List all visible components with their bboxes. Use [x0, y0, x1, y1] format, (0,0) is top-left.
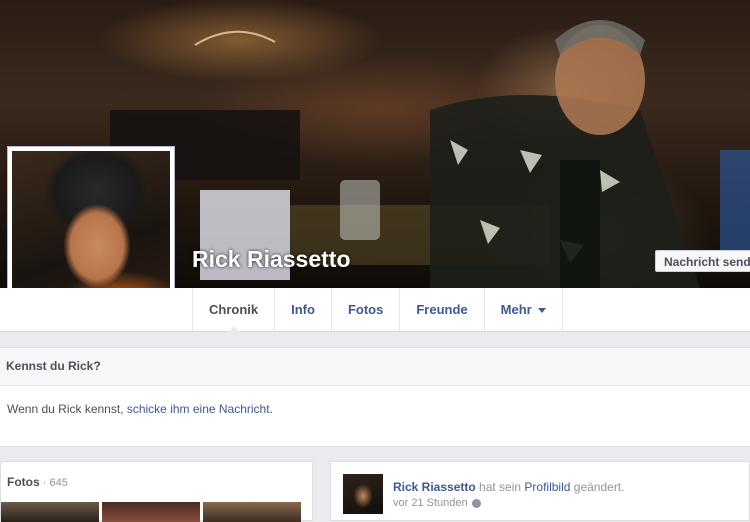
- post-headline: Rick Riassetto hat sein Profilbild geänd…: [393, 480, 624, 494]
- timeline-post: Rick Riassetto hat sein Profilbild geänd…: [330, 461, 750, 521]
- tab-fotos[interactable]: Fotos: [330, 288, 399, 331]
- send-message-link[interactable]: schicke ihm eine Nachricht: [127, 402, 270, 416]
- tab-chronik[interactable]: Chronik: [192, 288, 274, 332]
- post-action-text: hat sein: [475, 480, 525, 494]
- photos-separator: ·: [39, 477, 50, 489]
- post-author-link[interactable]: Rick Riassetto: [393, 480, 476, 494]
- post-action-suffix: geändert.: [570, 480, 625, 494]
- know-person-text-end: .: [269, 402, 273, 416]
- photos-box: Fotos · 645: [0, 461, 313, 522]
- profile-picture-image: [12, 151, 170, 309]
- tab-freunde[interactable]: Freunde: [399, 288, 483, 331]
- globe-icon: [471, 498, 481, 508]
- profile-name[interactable]: Rick Riassetto: [192, 246, 351, 273]
- photo-thumbnail[interactable]: [203, 502, 301, 522]
- profile-picture-link[interactable]: Profilbild: [524, 480, 570, 494]
- know-person-text: Wenn du Rick kennst, schicke ihm eine Na…: [0, 386, 750, 432]
- photo-thumbnail[interactable]: [1, 502, 99, 522]
- know-person-text-start: Wenn du Rick kennst,: [7, 402, 127, 416]
- post-time-text[interactable]: vor 21 Stunden: [393, 497, 468, 509]
- chevron-down-icon: [537, 308, 546, 314]
- tab-info[interactable]: Info: [274, 288, 331, 331]
- know-person-title: Kennst du Rick?: [0, 348, 750, 386]
- avatar[interactable]: [343, 474, 383, 514]
- post-timestamp: vor 21 Stunden: [393, 497, 481, 509]
- photos-header: Fotos · 645: [1, 462, 312, 502]
- profile-nav-bar: Chronik Info Fotos Freunde Mehr: [0, 288, 750, 332]
- know-person-box: Kennst du Rick? Wenn du Rick kennst, sch…: [0, 347, 750, 447]
- send-message-button[interactable]: Nachricht senden: [655, 250, 750, 272]
- profile-tabs: Chronik Info Fotos Freunde Mehr: [192, 288, 563, 332]
- photos-count: 645: [49, 477, 68, 489]
- photo-thumbnail[interactable]: [102, 502, 200, 522]
- tab-mehr-label: Mehr: [500, 302, 532, 317]
- photos-title[interactable]: Fotos: [7, 475, 40, 489]
- tab-mehr[interactable]: Mehr: [483, 288, 563, 331]
- photo-thumbnails: [1, 502, 301, 522]
